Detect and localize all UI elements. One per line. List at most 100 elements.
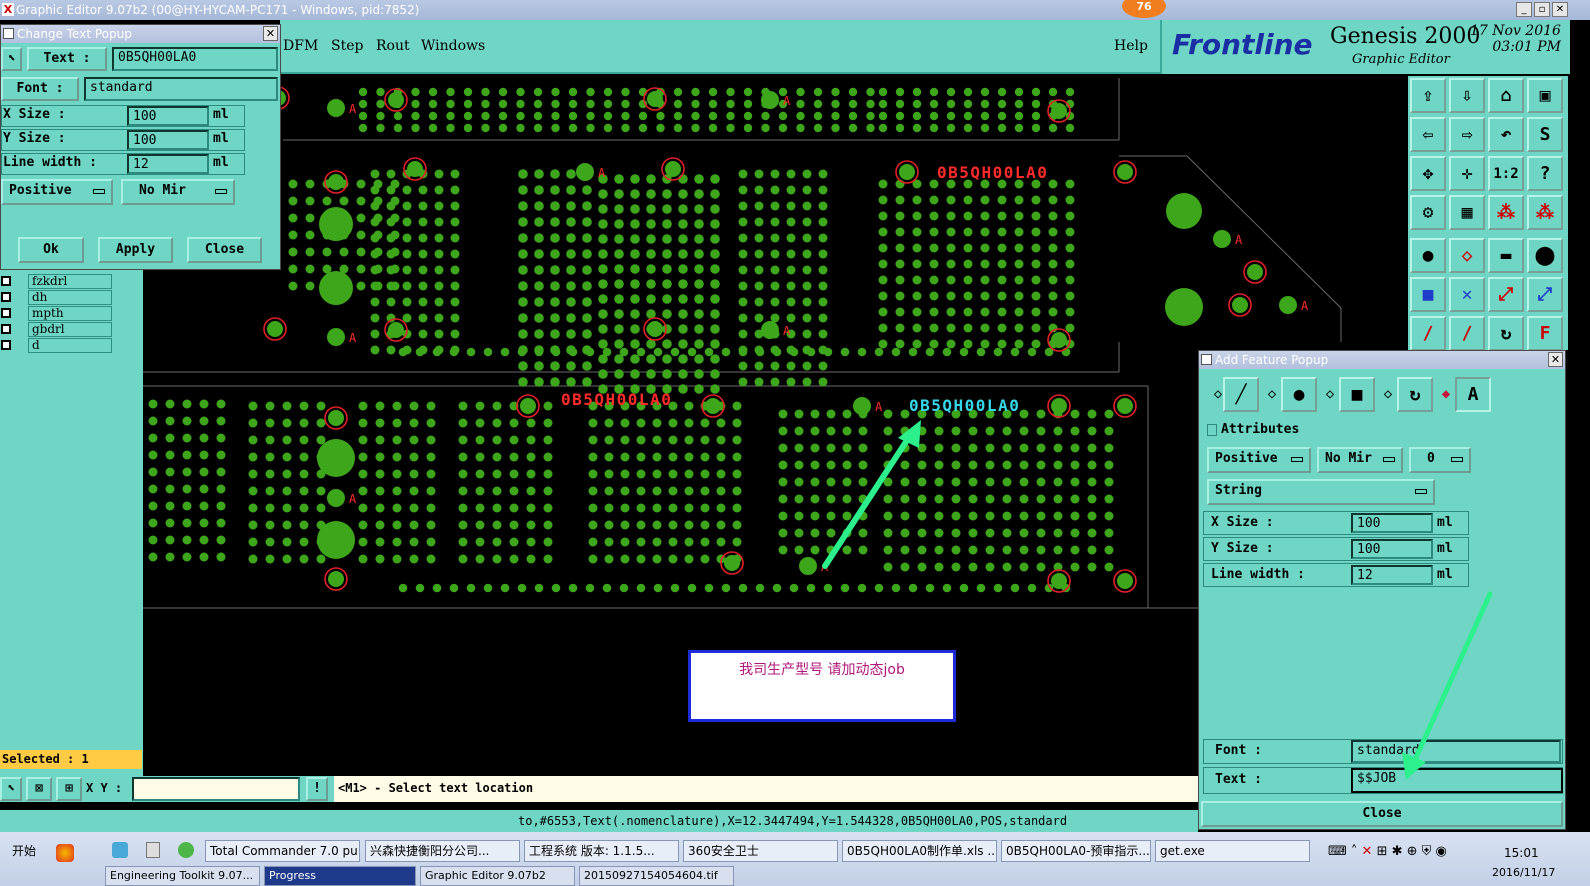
line-feature-icon[interactable]: ╱ xyxy=(1223,377,1259,412)
task-get-exe[interactable]: get.exe xyxy=(1155,840,1310,862)
af-mirror-select[interactable]: No Mir xyxy=(1317,447,1403,473)
surface-feature-icon[interactable]: ■ xyxy=(1339,377,1375,412)
apply-button[interactable]: Apply xyxy=(98,237,173,263)
font-label-button[interactable]: Font : xyxy=(1,77,79,101)
layer-checkbox[interactable] xyxy=(1,308,11,318)
snap-icon[interactable]: ⊠ xyxy=(26,777,52,801)
connect-icon[interactable]: ⤢ xyxy=(1488,277,1524,312)
grid-icon[interactable]: ▦ xyxy=(1449,195,1485,230)
net-icon[interactable]: ⁂ xyxy=(1488,195,1524,230)
arc-icon[interactable]: ↻ xyxy=(1488,316,1524,351)
close-button[interactable]: Close xyxy=(187,237,262,263)
pad-icon[interactable]: ● xyxy=(1410,238,1446,273)
menu-windows[interactable]: Windows xyxy=(421,38,485,54)
connect2-icon[interactable]: ⤢ xyxy=(1527,277,1563,312)
task-360[interactable]: 360安全卫士 xyxy=(683,840,838,862)
af-type-select[interactable]: String xyxy=(1207,479,1435,505)
quicklaunch-icon[interactable] xyxy=(112,842,128,858)
af-font-field[interactable]: standard xyxy=(1351,740,1561,763)
task-progress[interactable]: Progress xyxy=(264,866,416,886)
line-red-icon[interactable]: ∕ xyxy=(1410,316,1446,351)
layer-row[interactable]: dh xyxy=(0,290,112,305)
download-icon[interactable]: ⇩ xyxy=(1449,78,1485,113)
diamond-selected-icon[interactable]: ◆ xyxy=(1435,377,1457,411)
layer-name[interactable]: dh xyxy=(28,290,112,305)
layer-row[interactable]: fzkdrl xyxy=(0,274,112,289)
home-icon[interactable]: ⌂ xyxy=(1488,78,1524,113)
mirror-select[interactable]: No Mir xyxy=(121,179,235,205)
layer-row[interactable]: mpth xyxy=(0,306,112,321)
layer-checkbox[interactable] xyxy=(1,324,11,334)
windows-logo-icon[interactable] xyxy=(56,844,74,862)
help-icon[interactable]: ? xyxy=(1527,156,1563,191)
task-xingsen[interactable]: 兴森快捷衡阳分公司... xyxy=(365,840,520,862)
close-window-button[interactable]: ✕ xyxy=(1552,2,1568,17)
change-text-ysize-field[interactable]: 100 xyxy=(127,130,209,150)
zoom-fit-icon[interactable]: ✥ xyxy=(1410,156,1446,191)
line-red2-icon[interactable]: ∕ xyxy=(1449,316,1485,351)
one-to-two-icon[interactable]: 1:2 xyxy=(1488,156,1524,191)
add-feature-close-icon[interactable]: ✕ xyxy=(1548,352,1563,367)
attributes-label[interactable]: Attributes xyxy=(1221,422,1299,437)
layer-name[interactable]: fzkdrl xyxy=(28,274,112,289)
maximize-button[interactable]: ▫ xyxy=(1534,2,1550,17)
minimize-button[interactable]: _ xyxy=(1516,2,1532,17)
surface-icon[interactable]: ◇ xyxy=(1449,238,1485,273)
zoom-area-icon[interactable]: ✛ xyxy=(1449,156,1485,191)
arc-feature-icon[interactable]: ↻ xyxy=(1397,377,1433,412)
circle-icon[interactable]: ⬤ xyxy=(1527,238,1563,273)
window-icon[interactable]: ▣ xyxy=(1527,78,1563,113)
layer-name[interactable]: d xyxy=(28,338,112,353)
layer-name[interactable]: mpth xyxy=(28,306,112,321)
menu-help[interactable]: Help xyxy=(1114,38,1148,54)
layer-row[interactable]: d xyxy=(0,338,112,353)
quicklaunch-doc-icon[interactable] xyxy=(146,842,160,858)
task-preview[interactable]: 0B5QH00LA0-预审指示... xyxy=(1001,840,1151,862)
undo-icon[interactable]: ↶ xyxy=(1488,117,1524,152)
text-feature-icon[interactable]: A xyxy=(1455,377,1491,412)
layer-row[interactable]: gbdrl xyxy=(0,322,112,337)
upload-icon[interactable]: ⇪ xyxy=(1410,78,1446,113)
af-ysize-field[interactable]: 100 xyxy=(1351,539,1433,559)
cursor-mode-icon[interactable]: ⬉ xyxy=(0,777,22,801)
change-text-font-field[interactable]: standard xyxy=(84,77,278,101)
task-total-commander[interactable]: Total Commander 7.0 pu... xyxy=(205,840,360,862)
af-linewidth-field[interactable]: 12 xyxy=(1351,565,1433,585)
text-tool-icon[interactable]: F xyxy=(1527,316,1563,351)
diamond-icon[interactable]: ◇ xyxy=(1377,377,1399,411)
net2-icon[interactable]: ⁂ xyxy=(1527,195,1563,230)
grid-snap-icon[interactable]: ⊞ xyxy=(56,777,82,801)
ok-button[interactable]: Ok xyxy=(18,237,84,263)
pick-arrow-icon[interactable]: ⬉ xyxy=(1,47,22,71)
task-xls[interactable]: 0B5QH00LA0制作单.xls ... xyxy=(842,840,997,862)
menu-step[interactable]: Step xyxy=(331,38,363,54)
diamond-icon[interactable]: ◇ xyxy=(1261,377,1283,411)
af-polarity-select[interactable]: Positive xyxy=(1207,447,1311,473)
af-xsize-field[interactable]: 100 xyxy=(1351,513,1433,533)
task-tif[interactable]: 20150927154054604.tif xyxy=(579,866,734,886)
ruler-icon[interactable]: ▬ xyxy=(1488,238,1524,273)
measure-icon[interactable]: ⚙ xyxy=(1410,195,1446,230)
change-text-xsize-field[interactable]: 100 xyxy=(127,106,209,126)
layer-name[interactable]: gbdrl xyxy=(28,322,112,337)
layer-checkbox[interactable] xyxy=(1,276,11,286)
alert-icon[interactable]: ! xyxy=(306,777,328,801)
notification-badge[interactable]: 76 xyxy=(1122,0,1166,18)
pad-feature-icon[interactable]: ● xyxy=(1281,377,1317,412)
task-engineering-system[interactable]: 工程系统 版本: 1.1.5... xyxy=(524,840,679,862)
cross-icon[interactable]: ✕ xyxy=(1449,277,1485,312)
polarity-select[interactable]: Positive xyxy=(1,179,113,205)
af-close-button[interactable]: Close xyxy=(1201,801,1563,827)
snake-icon[interactable]: S xyxy=(1527,117,1563,152)
left-arrow-icon[interactable]: ⇦ xyxy=(1410,117,1446,152)
start-button[interactable]: 开始 xyxy=(0,840,46,862)
quicklaunch-browser-icon[interactable] xyxy=(178,842,194,858)
change-text-linewidth-field[interactable]: 12 xyxy=(127,154,209,174)
diamond-icon[interactable]: ◇ xyxy=(1319,377,1341,411)
attributes-checkbox[interactable] xyxy=(1207,424,1217,436)
xy-input[interactable] xyxy=(132,777,300,801)
af-angle-select[interactable]: 0 xyxy=(1409,447,1471,473)
change-text-text-field[interactable]: 0B5QH00LA0 xyxy=(112,47,278,71)
blue-move-icon[interactable]: ■ xyxy=(1410,277,1446,312)
task-graphic-editor[interactable]: Graphic Editor 9.07b2 xyxy=(420,866,575,886)
